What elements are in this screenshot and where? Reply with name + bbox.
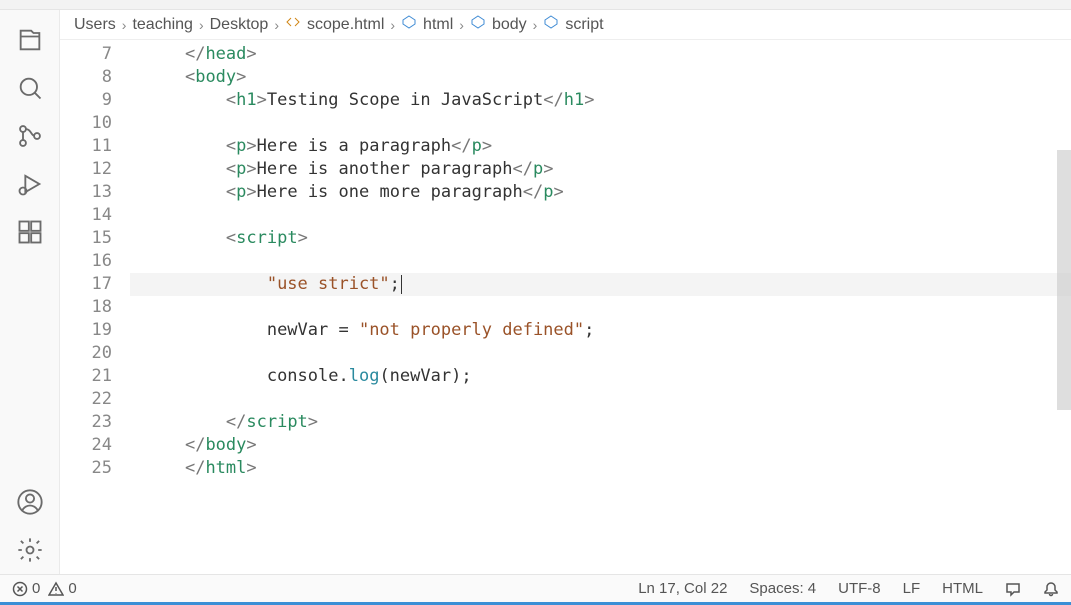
code-line[interactable] <box>130 112 1071 135</box>
crumb-label: scope.html <box>307 16 384 34</box>
line-number[interactable]: 10 <box>60 112 130 135</box>
explorer-icon[interactable] <box>6 16 54 64</box>
status-errors[interactable]: 0 <box>12 580 40 597</box>
line-number[interactable]: 24 <box>60 434 130 457</box>
crumb-script[interactable]: script <box>543 14 603 35</box>
crumb-label: teaching <box>132 16 193 34</box>
code-line[interactable] <box>130 250 1071 273</box>
status-language[interactable]: HTML <box>942 580 983 597</box>
main-area: Users › teaching › Desktop › scope.html … <box>0 10 1071 574</box>
code-line[interactable]: <p>Here is another paragraph</p> <box>130 158 1071 181</box>
chevron-right-icon: › <box>274 17 279 33</box>
code-line[interactable]: <p>Here is a paragraph</p> <box>130 135 1071 158</box>
file-code-icon <box>285 14 301 35</box>
code-line[interactable]: </body> <box>130 434 1071 457</box>
code-line[interactable] <box>130 388 1071 411</box>
code-line[interactable]: </html> <box>130 457 1071 480</box>
code-line[interactable] <box>130 296 1071 319</box>
settings-gear-icon[interactable] <box>6 526 54 574</box>
code-line[interactable] <box>130 204 1071 227</box>
crumb-label: script <box>565 16 603 34</box>
code-line[interactable]: newVar = "not properly defined"; <box>130 319 1071 342</box>
breadcrumb[interactable]: Users › teaching › Desktop › scope.html … <box>60 10 1071 40</box>
code-editor[interactable]: 78910111213141516171819202122232425 </he… <box>60 40 1071 574</box>
line-number[interactable]: 12 <box>60 158 130 181</box>
status-bar: 0 0 Ln 17, Col 22 Spaces: 4 UTF-8 LF HTM… <box>0 574 1071 602</box>
chevron-right-icon: › <box>122 17 127 33</box>
warning-count: 0 <box>68 580 76 597</box>
crumb-body[interactable]: body <box>470 14 527 35</box>
crumb-teaching[interactable]: teaching <box>132 16 193 34</box>
scrollbar-thumb[interactable] <box>1057 150 1071 410</box>
line-number[interactable]: 11 <box>60 135 130 158</box>
line-number[interactable]: 25 <box>60 457 130 480</box>
line-number[interactable]: 9 <box>60 89 130 112</box>
status-eol[interactable]: LF <box>903 580 921 597</box>
line-number[interactable]: 23 <box>60 411 130 434</box>
status-cursor-position[interactable]: Ln 17, Col 22 <box>638 580 727 597</box>
crumb-label: Users <box>74 16 116 34</box>
code-line[interactable]: "use strict"; <box>130 273 1071 296</box>
line-number[interactable]: 20 <box>60 342 130 365</box>
accounts-icon[interactable] <box>6 478 54 526</box>
line-number[interactable]: 13 <box>60 181 130 204</box>
status-feedback-icon[interactable] <box>1005 581 1021 597</box>
line-number[interactable]: 18 <box>60 296 130 319</box>
chevron-right-icon: › <box>199 17 204 33</box>
code-line[interactable]: </head> <box>130 43 1071 66</box>
chevron-right-icon: › <box>459 17 464 33</box>
code-line[interactable]: console.log(newVar); <box>130 365 1071 388</box>
code-line[interactable]: <body> <box>130 66 1071 89</box>
scrollbar[interactable] <box>1057 80 1071 574</box>
warning-icon <box>48 581 64 597</box>
tab-strip <box>0 0 1071 10</box>
chevron-right-icon: › <box>533 17 538 33</box>
crumb-label: Desktop <box>210 16 269 34</box>
crumb-desktop[interactable]: Desktop <box>210 16 269 34</box>
line-number[interactable]: 14 <box>60 204 130 227</box>
crumb-html[interactable]: html <box>401 14 453 35</box>
text-cursor <box>401 275 402 294</box>
code-line[interactable]: </script> <box>130 411 1071 434</box>
line-number[interactable]: 17 <box>60 273 130 296</box>
line-number[interactable]: 21 <box>60 365 130 388</box>
line-number[interactable]: 7 <box>60 43 130 66</box>
code-line[interactable]: <h1>Testing Scope in JavaScript</h1> <box>130 89 1071 112</box>
line-number[interactable]: 16 <box>60 250 130 273</box>
source-control-icon[interactable] <box>6 112 54 160</box>
line-number-gutter[interactable]: 78910111213141516171819202122232425 <box>60 40 130 574</box>
error-icon <box>12 581 28 597</box>
code-line[interactable]: <p>Here is one more paragraph</p> <box>130 181 1071 204</box>
symbol-icon <box>401 14 417 35</box>
run-debug-icon[interactable] <box>6 160 54 208</box>
symbol-icon <box>543 14 559 35</box>
editor-area: Users › teaching › Desktop › scope.html … <box>60 10 1071 574</box>
line-number[interactable]: 8 <box>60 66 130 89</box>
symbol-icon <box>470 14 486 35</box>
code-content[interactable]: </head> <body> <h1>Testing Scope in Java… <box>130 40 1071 574</box>
status-warnings[interactable]: 0 <box>48 580 76 597</box>
line-number[interactable]: 15 <box>60 227 130 250</box>
crumb-file[interactable]: scope.html <box>285 14 384 35</box>
activity-bar <box>0 10 60 574</box>
code-line[interactable]: <script> <box>130 227 1071 250</box>
status-indentation[interactable]: Spaces: 4 <box>749 580 816 597</box>
crumb-label: html <box>423 16 453 34</box>
code-line[interactable] <box>130 342 1071 365</box>
status-encoding[interactable]: UTF-8 <box>838 580 881 597</box>
error-count: 0 <box>32 580 40 597</box>
search-icon[interactable] <box>6 64 54 112</box>
crumb-users[interactable]: Users <box>74 16 116 34</box>
status-notifications-icon[interactable] <box>1043 581 1059 597</box>
crumb-label: body <box>492 16 527 34</box>
chevron-right-icon: › <box>390 17 395 33</box>
line-number[interactable]: 19 <box>60 319 130 342</box>
extensions-icon[interactable] <box>6 208 54 256</box>
app-window: Users › teaching › Desktop › scope.html … <box>0 0 1071 605</box>
line-number[interactable]: 22 <box>60 388 130 411</box>
